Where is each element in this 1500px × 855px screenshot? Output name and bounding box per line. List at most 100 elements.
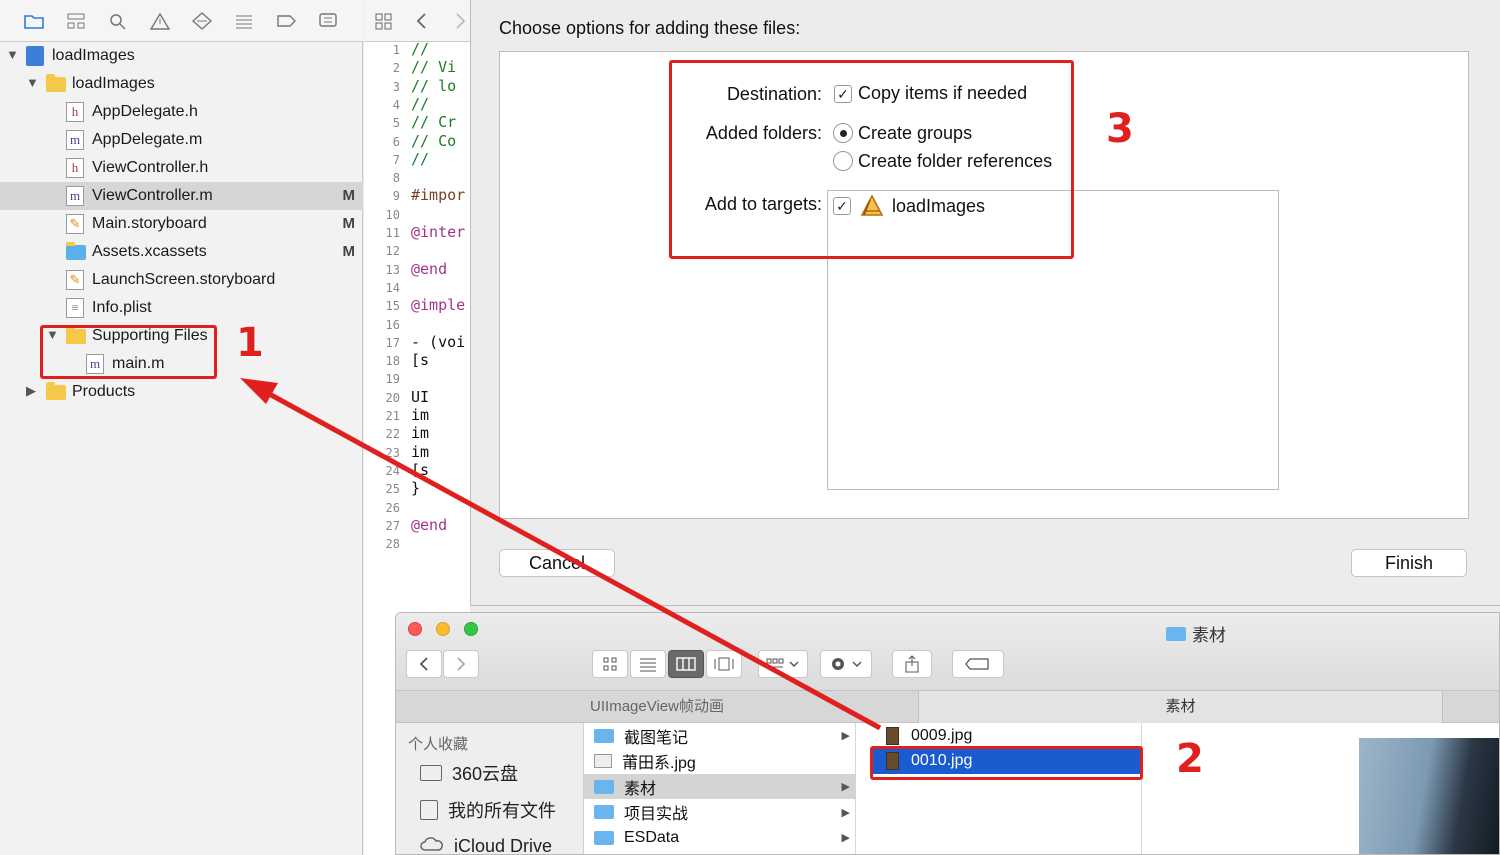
line-number: 5: [392, 116, 400, 131]
annotation-box-1: [40, 325, 217, 379]
minimize-window-button[interactable]: [436, 622, 450, 636]
disclosure-closed-icon[interactable]: ▶: [26, 383, 36, 399]
code-line: im: [411, 406, 430, 424]
column-1-item-label: 素材: [624, 780, 657, 798]
finder-tabs: UIImageView帧动画 素材: [396, 691, 1499, 723]
column-1-item[interactable]: 素材 ▶: [584, 774, 856, 799]
disclosure-open-icon[interactable]: ▼: [6, 47, 19, 62]
column-1-item[interactable]: ESData ▶: [584, 825, 856, 850]
code-line: // Co: [411, 131, 457, 150]
related-items-icon[interactable]: [370, 8, 398, 34]
code-line: @end: [411, 259, 448, 278]
annotation-number-2: 2: [1176, 736, 1204, 782]
code-line: }: [411, 479, 421, 498]
debug-icon[interactable]: [230, 8, 258, 34]
search-icon[interactable]: [104, 8, 132, 34]
code-line: im: [411, 442, 430, 461]
folder-icon: [420, 765, 442, 781]
line-number: 11: [385, 226, 400, 240]
tag-icon[interactable]: [952, 650, 1004, 678]
folder-icon: [594, 779, 614, 794]
cover-flow-button[interactable]: [706, 650, 742, 678]
share-icon[interactable]: [892, 650, 932, 678]
column-1-item[interactable]: 项目实战 ▶: [584, 800, 856, 825]
test-icon[interactable]: [188, 8, 216, 34]
finish-button[interactable]: Finish: [1351, 549, 1467, 577]
image-preview: [1359, 738, 1499, 854]
column-1-item[interactable]: 截图笔记 ▶: [584, 723, 856, 748]
line-number: 18: [385, 354, 400, 369]
list-view-button[interactable]: [630, 650, 666, 678]
tab-sucai[interactable]: 素材: [919, 691, 1443, 723]
tree-row-label: loadImages: [72, 75, 155, 92]
implementation-file-icon: m: [66, 130, 84, 150]
tree-row-label: Info.plist: [92, 299, 152, 316]
chevron-right-icon: ▶: [841, 730, 850, 742]
tree-row-label: Main.storyboard: [92, 215, 207, 232]
line-number: 15: [385, 299, 400, 314]
column-2-item-label: 0009.jpg: [911, 726, 973, 744]
column-2-item[interactable]: 0009.jpg: [872, 723, 1142, 748]
code-line: // lo: [411, 76, 457, 95]
tree-row-info-plist[interactable]: ≡ Info.plist: [0, 294, 363, 322]
tree-row-appdelegate-m[interactable]: m AppDelegate.m: [0, 126, 363, 154]
tree-row-assets-xcassets[interactable]: Assets.xcassets M: [0, 238, 363, 266]
tree-row-launchscreen-storyboard[interactable]: ✎ LaunchScreen.storyboard: [0, 266, 363, 294]
gear-icon[interactable]: [820, 650, 872, 678]
code-line: @end: [411, 515, 448, 534]
code-line: //: [411, 40, 430, 58]
line-number: 26: [385, 500, 400, 515]
line-number: 14: [385, 280, 400, 295]
favorites-header: 个人收藏: [408, 736, 469, 753]
project-navigator: ▼ loadImages ▼ loadImages h AppDelegate.h m App…: [0, 0, 363, 855]
line-number: 10: [385, 207, 400, 222]
breakpoint-icon[interactable]: [272, 8, 300, 34]
tree-row-products[interactable]: ▶ Products: [0, 378, 363, 406]
sidebar-item-all-files[interactable]: 我的所有文件: [420, 797, 556, 823]
storyboard-icon: ✎: [66, 270, 84, 290]
cancel-button[interactable]: Cancel: [499, 549, 615, 577]
line-number: 17: [385, 335, 400, 350]
finder-title: 素材: [1166, 621, 1226, 646]
tree-row-viewcontroller-h[interactable]: h ViewController.h: [0, 154, 363, 182]
tree-row-label: LaunchScreen.storyboard: [92, 271, 276, 288]
tree-row-loadimages[interactable]: ▼ loadImages: [0, 70, 363, 98]
sidebar-item-360[interactable]: 360云盘: [420, 760, 518, 786]
icon-view-button[interactable]: [592, 650, 628, 678]
report-icon[interactable]: [314, 8, 342, 34]
annotation-box-2: [870, 746, 1143, 780]
tree-row-loadimages[interactable]: ▼ loadImages: [0, 42, 363, 70]
column-1-item[interactable]: 莆田系.jpg: [584, 749, 856, 774]
line-number: 3: [392, 79, 400, 94]
tree-row-label: Products: [72, 383, 136, 400]
tree-row-appdelegate-h[interactable]: h AppDelegate.h: [0, 98, 363, 126]
tree-row-main-storyboard[interactable]: ✎ Main.storyboard M: [0, 210, 363, 238]
close-window-button[interactable]: [408, 622, 422, 636]
code-line: - (voi: [411, 332, 466, 351]
finder-forward-button[interactable]: [443, 650, 479, 678]
code-line: #impor: [411, 186, 466, 205]
zoom-window-button[interactable]: [464, 622, 478, 636]
folder-icon: [594, 830, 614, 845]
folder-icon[interactable]: [20, 8, 48, 34]
chevron-right-icon: ▶: [841, 806, 850, 819]
finder-back-button[interactable]: [406, 650, 442, 678]
warning-icon[interactable]: [146, 8, 174, 34]
folder-icon: [594, 728, 614, 743]
back-icon[interactable]: [408, 8, 436, 34]
code-line: [s: [411, 351, 430, 370]
navigator-toolbar: [0, 0, 363, 42]
line-number: 27: [385, 518, 400, 533]
disclosure-open-icon[interactable]: ▼: [26, 75, 39, 90]
line-number: 20: [385, 390, 400, 405]
code-line: // Cr: [411, 113, 457, 132]
annotation-number-3: 3: [1106, 106, 1134, 152]
cloud-icon: [420, 836, 444, 855]
sidebar-item-icloud[interactable]: iCloud Drive: [420, 833, 552, 855]
arrange-button[interactable]: [758, 650, 808, 678]
folder-icon: [46, 74, 66, 92]
tree-row-viewcontroller-m[interactable]: m ViewController.m M: [0, 182, 363, 210]
column-view-button[interactable]: [668, 650, 704, 678]
tab-uiimageview[interactable]: UIImageView帧动画: [396, 691, 919, 723]
hierarchy-icon[interactable]: [62, 8, 90, 34]
